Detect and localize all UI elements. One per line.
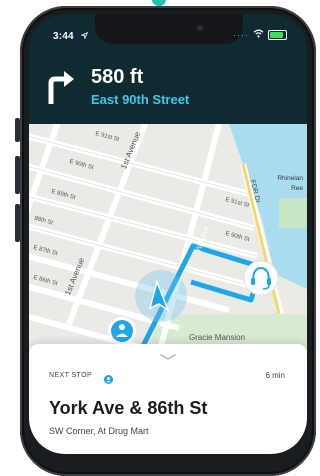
eta-value: 6 min [265, 371, 285, 380]
turn-right-arrow-icon [45, 70, 75, 109]
gracie-mansion-label: Gracie Mansion [189, 333, 246, 342]
maneuver-street: East 90th Street [91, 92, 190, 107]
rhinelander-label: Rhinelan Ree [277, 175, 303, 192]
stop-detail: SW Corner, At Drug Mart [49, 426, 149, 436]
status-time: 3:44 [53, 31, 74, 42]
location-arrow-icon [80, 30, 89, 42]
phone-side-button [15, 118, 20, 142]
status-bar: 3:44 ···· [29, 14, 307, 54]
map-view[interactable]: E 91st St E 90th St E 89th St 88th St E … [29, 124, 307, 354]
phone-screen: 3:44 ···· 580 ft East 90th Street E 91st… [29, 14, 307, 454]
support-headset-icon[interactable] [243, 260, 279, 296]
status-icons: ···· [233, 29, 287, 41]
navigation-header: 580 ft East 90th Street [29, 54, 307, 124]
phone-side-button [15, 156, 20, 194]
phone-side-button [15, 204, 20, 242]
battery-icon [268, 30, 287, 40]
next-stop-sheet[interactable]: NEXT STOP 6 min York Ave & 86th St SW Co… [29, 344, 307, 454]
cellular-signal-icon: ···· [233, 30, 249, 40]
rhinelander-park [279, 198, 307, 228]
stop-name: York Ave & 86th St [49, 398, 208, 418]
maneuver-distance: 580 ft [91, 66, 144, 88]
wifi-icon [253, 29, 264, 41]
person-icon [104, 371, 113, 389]
stop-pin-icon [108, 317, 136, 345]
next-stop-label: NEXT STOP [49, 372, 93, 379]
chevron-down-icon[interactable] [159, 348, 177, 366]
